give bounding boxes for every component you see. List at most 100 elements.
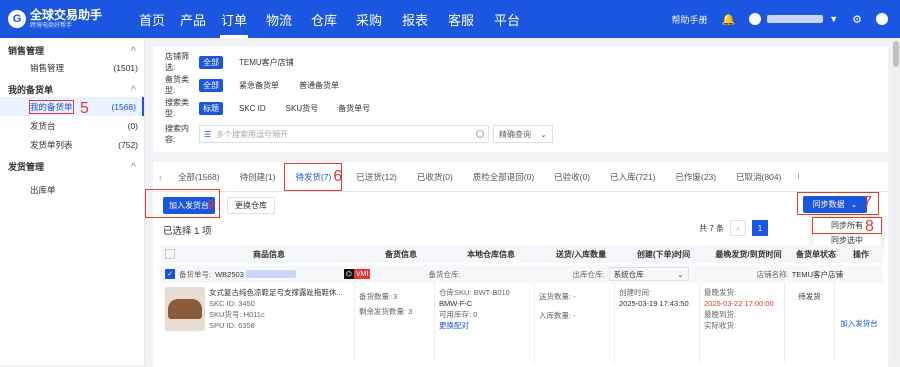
search-icon[interactable]: [476, 130, 484, 138]
top-navbar: G 全球交易助手 跨境电商好帮手 首页 产品 订单 物流 仓库 采购 报表 客服…: [0, 0, 900, 38]
help-link[interactable]: 帮助手册: [671, 13, 707, 26]
header-latest: 最晚发货/到货时间: [715, 249, 782, 259]
chevron-down-icon: ▼: [829, 14, 839, 24]
chevron-left-icon[interactable]: ‹: [153, 172, 168, 182]
tab-delivered[interactable]: 已送货(12): [346, 162, 407, 192]
gear-icon[interactable]: ⚙: [852, 13, 862, 26]
warehouse-sku: 仓库SKU: BWT-B010: [439, 288, 510, 297]
page-scrollbar[interactable]: [892, 38, 900, 365]
warehouse-sku-2: BMW-F-C: [439, 299, 473, 308]
created-time: 2025-03-19 17:43:50: [619, 299, 689, 308]
remaining-qty: 剩余发货数量: 3: [359, 307, 413, 316]
actual-arrive-label: 实际收货:: [704, 321, 737, 330]
product-title[interactable]: 女式复古纯色凉鞋足弓支撑露趾拖鞋休...: [209, 287, 343, 298]
in-qty: 入库数量: -: [539, 311, 576, 320]
search-type-order-chip[interactable]: 备货单号: [334, 102, 374, 115]
total-count: 共 7 条: [699, 223, 724, 233]
more-icon[interactable]: ⅰ: [791, 171, 806, 182]
bell-icon[interactable]: 🔔: [722, 13, 736, 26]
sidebar-item-shipment-list[interactable]: 发货单列表 (752): [0, 135, 144, 154]
avatar: [749, 13, 762, 25]
sidebar-section-my-stock-orders[interactable]: 我的备货单 ^: [0, 81, 144, 97]
annotation-5: 5: [80, 100, 89, 117]
nav-platform[interactable]: 平台: [484, 0, 530, 38]
search-input[interactable]: ☰ 多个搜索用逗号隔开: [199, 125, 489, 143]
search-type-title-chip[interactable]: 标题: [199, 101, 223, 115]
user-menu[interactable]: ▼: [749, 13, 838, 25]
tab-cancelled[interactable]: 已取消(804): [726, 162, 791, 192]
sku-code: SKU货号: H011c: [209, 310, 265, 319]
ship-qty: 送货数量: -: [539, 292, 576, 301]
precise-query-select[interactable]: 精确查询 ⌄: [493, 125, 553, 143]
sidebar: 销售管理 ^ 销售管理 (1501) 我的备货单 ^ 我的备货单 (1568) 发货台(…: [0, 38, 145, 365]
created-label: 创建时间:: [619, 288, 652, 297]
filter-panel: 店铺筛选: 全部 TEMU客户店铺 备货类型: 全部 紧急备货单 普通备货单 搜…: [153, 46, 888, 152]
type-all-chip[interactable]: 全部: [199, 78, 223, 92]
chevron-down-icon: ⌄: [677, 269, 684, 279]
sidebar-section-sales[interactable]: 销售管理 ^: [0, 42, 144, 58]
nav-reports[interactable]: 报表: [392, 0, 438, 38]
ship-warehouse-select[interactable]: 系统仓库 ⌄: [608, 267, 689, 281]
table-row: 女式复古纯色凉鞋足弓支撑露趾拖鞋休... SKC ID: 3450 SKU货号:…: [161, 283, 883, 363]
search-type-skc-chip[interactable]: SKC ID: [235, 103, 270, 114]
nav-purchasing[interactable]: 采购: [346, 0, 392, 38]
tab-stored[interactable]: 已入库(721): [600, 162, 665, 192]
shop-filter-label: 店铺筛选:: [165, 52, 189, 72]
nav-customer-service[interactable]: 客服: [438, 0, 484, 38]
orders-table-panel: 加入发货台 9 更换仓库 同步数据 ⌄ 7 已选择 1 项 共 7 条 ‹ 1 同…: [145, 189, 888, 367]
status-badge: 待发货: [798, 292, 821, 301]
annotation-9: 9: [207, 197, 215, 212]
sidebar-item-shipping-desk[interactable]: 发货台 (0): [0, 116, 144, 135]
header-product: 商品信息: [253, 249, 285, 259]
sidebar-item-my-stock-orders[interactable]: 我的备货单 (1568): [0, 97, 144, 116]
tab-to-create[interactable]: 待创建(1): [230, 162, 286, 192]
globe-icon: G: [8, 10, 26, 28]
header-qty: 送货/入库数量: [555, 249, 607, 259]
shop-temu-chip[interactable]: TEMU客户店铺: [235, 56, 298, 69]
order-number-redacted: [245, 270, 296, 278]
tab-all[interactable]: 全部(1568): [168, 162, 230, 192]
header-created: 创建(下单)时间: [636, 249, 691, 259]
row-checkbox[interactable]: ✓: [165, 269, 175, 279]
type-normal-chip[interactable]: 普通备货单: [295, 79, 343, 92]
shop-all-chip[interactable]: 全部: [199, 55, 223, 69]
stock-qty: 备货数量: 3: [359, 292, 398, 301]
annotation-6: 6: [333, 167, 343, 185]
change-warehouse-button[interactable]: 更换仓库: [227, 197, 275, 214]
nav-orders[interactable]: 订单: [212, 0, 256, 38]
page-1-button[interactable]: 1: [752, 220, 768, 236]
search-type-sku-chip[interactable]: SKU货号: [282, 102, 322, 115]
tab-accepted[interactable]: 已验收(0): [544, 162, 600, 192]
change-pairing-link[interactable]: 更换配对: [439, 320, 530, 331]
chevron-down-icon: ⌄: [540, 129, 547, 139]
add-to-shipping-link[interactable]: 加入发货台: [840, 318, 878, 329]
logo-title: 全球交易助手: [30, 8, 103, 22]
nav-warehouse[interactable]: 仓库: [302, 0, 346, 38]
latest-ship-time: 2025-03-22 17:00:00: [704, 299, 774, 308]
tab-voided[interactable]: 已作废(23): [665, 162, 726, 192]
nav-home[interactable]: 首页: [130, 0, 174, 38]
type-urgent-chip[interactable]: 紧急备货单: [235, 79, 283, 92]
sidebar-item-sales-management[interactable]: 销售管理 (1501): [0, 58, 144, 77]
logo-subtitle: 跨境电商好帮手: [30, 23, 73, 29]
power-icon[interactable]: [876, 13, 888, 25]
main-content: 店铺筛选: 全部 TEMU客户店铺 备货类型: 全部 紧急备货单 普通备货单 搜…: [145, 46, 888, 367]
latest-arrive-label: 最晚到货:: [704, 310, 737, 319]
product-image: [165, 287, 205, 331]
app-logo[interactable]: G 全球交易助手 跨境电商好帮手: [0, 9, 130, 29]
tab-qc-returned[interactable]: 质检全部退回(0): [463, 162, 544, 192]
chevron-up-icon: ^: [130, 84, 136, 94]
header-checkbox[interactable]: [165, 249, 175, 259]
sidebar-section-shipping[interactable]: 发货管理 ^: [0, 158, 144, 174]
shop-name: TEMU客户店铺: [791, 269, 843, 279]
available-stock: 可用库存: 0: [439, 310, 478, 319]
nav-products[interactable]: 产品: [174, 0, 212, 38]
tab-received[interactable]: 已收货(0): [407, 162, 463, 192]
status-tabs: ‹ 全部(1568) 待创建(1) 待发货(7) 6 已送货(12) 已收货(0…: [153, 162, 888, 192]
prev-page-button[interactable]: ‹: [730, 220, 746, 236]
spu-id: SPU ID: 6358: [209, 321, 255, 330]
search-type-label: 搜索类型:: [165, 98, 189, 118]
annotation-7: 7: [863, 194, 872, 211]
nav-logistics[interactable]: 物流: [256, 0, 302, 38]
sidebar-item-outbound[interactable]: 出库单: [0, 180, 144, 199]
